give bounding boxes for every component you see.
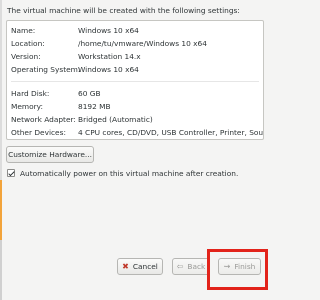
back-label: Back [187,262,206,271]
settings-row-location: Location: /home/tu/vmware/Windows 10 x64 [11,39,261,50]
setting-value: Windows 10 x64 [78,26,139,35]
setting-value: 8192 MB [78,102,111,111]
settings-row-network: Network Adapter: Bridged (Automatic) [11,115,261,126]
cancel-button[interactable]: ✖ Cancel [117,258,163,275]
setting-label: Operating System: [11,65,81,74]
setting-value: Windows 10 x64 [78,65,139,74]
settings-divider [11,81,259,82]
cancel-icon: ✖ [122,261,129,271]
autopower-checkbox[interactable] [7,169,15,177]
back-arrow-icon: ⇦ [176,261,184,271]
setting-value: Bridged (Automatic) [78,115,153,124]
settings-row-hard-disk: Hard Disk: 60 GB [11,89,261,100]
finish-label: Finish [234,262,256,271]
finish-button[interactable]: ⇝ Finish [218,258,261,275]
settings-row-version: Version: Workstation 14.x [11,52,261,63]
window-edge-strip [0,0,2,300]
settings-row-os: Operating System: Windows 10 x64 [11,65,261,76]
setting-label: Hard Disk: [11,89,50,98]
settings-row-name: Name: Windows 10 x64 [11,26,261,37]
setting-label: Network Adapter: [11,115,76,124]
setting-label: Memory: [11,102,44,111]
setting-value: 4 CPU cores, CD/DVD, USB Controller, Pri… [78,128,264,137]
autopower-label: Automatically power on this virtual mach… [20,168,239,178]
setting-label: Name: [11,26,36,35]
autopower-option[interactable]: Automatically power on this virtual mach… [7,168,238,178]
settings-row-memory: Memory: 8192 MB [11,102,261,113]
customize-hardware-button[interactable]: Customize Hardware... [6,146,94,163]
setting-label: Version: [11,52,41,61]
setting-label: Other Devices: [11,128,66,137]
back-button[interactable]: ⇦ Back [172,258,210,275]
settings-row-other-devices: Other Devices: 4 CPU cores, CD/DVD, USB … [11,128,264,139]
setting-label: Location: [11,39,45,48]
setting-value: Workstation 14.x [78,52,141,61]
settings-summary-box: Name: Windows 10 x64 Location: /home/tu/… [6,20,264,140]
setting-value: 60 GB [78,89,101,98]
intro-text: The virtual machine will be created with… [7,6,240,15]
finish-icon: ⇝ [223,261,231,271]
setting-value: /home/tu/vmware/Windows 10 x64 [78,39,207,48]
cancel-label: Cancel [132,262,158,271]
customize-hardware-label: Customize Hardware... [8,150,92,159]
